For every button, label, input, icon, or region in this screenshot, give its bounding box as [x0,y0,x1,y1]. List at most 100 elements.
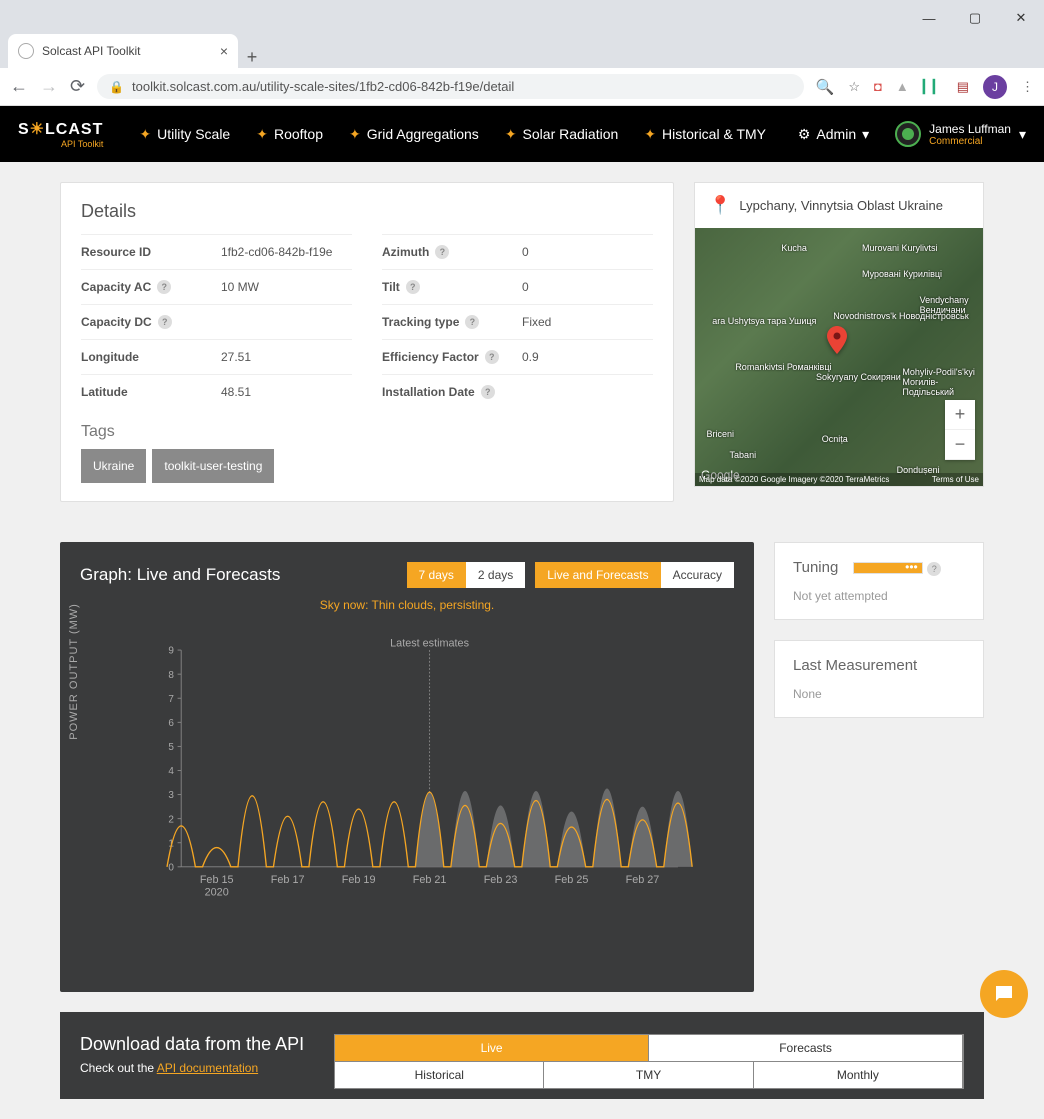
dl-tab-monthly[interactable]: Monthly [754,1062,963,1088]
tuning-status: Not yet attempted [793,589,965,603]
ext-pdf-icon[interactable]: ▤ [957,79,969,95]
close-tab-icon[interactable]: × [220,43,228,59]
map-place-label: Sokyryany Сокиряни [816,372,901,382]
user-menu[interactable]: James Luffman Commercial ▾ [895,121,1026,147]
help-icon[interactable]: ? [481,385,495,399]
zoom-in-button[interactable]: + [945,400,975,430]
map-place-label: Romankivtsi Романківці [735,362,831,372]
tags-heading: Tags [81,423,653,441]
range-2days-button[interactable]: 2 days [466,562,525,588]
url-text: toolkit.solcast.com.au/utility-scale-sit… [132,79,514,94]
dl-tab-live[interactable]: Live [335,1035,649,1061]
map-place-label: Tabani [730,450,757,460]
details-row: Resource ID1fb2-cd06-842b-f19e [81,234,352,269]
svg-text:5: 5 [168,742,174,753]
app-logo[interactable]: S☀LCAST API Toolkit [18,119,103,149]
details-card: Details Resource ID1fb2-cd06-842b-f19e Ca… [60,182,674,502]
tag[interactable]: Ukraine [81,449,146,483]
svg-text:4: 4 [168,766,174,777]
chart: POWER OUTPUT (MW) 0123456789Latest estim… [80,632,734,972]
details-row: Capacity DC ? [81,304,352,339]
map-location: Lypchany, Vinnytsia Oblast Ukraine [739,198,943,213]
svg-text:3: 3 [168,790,174,801]
maximize-button[interactable]: ▢ [952,4,998,32]
ext-pocket-icon[interactable]: ◘ [874,79,882,94]
svg-text:Feb 27: Feb 27 [626,874,660,886]
map-place-label: Briceni [707,429,735,439]
user-avatar-icon [895,121,921,147]
menu-icon[interactable]: ⋮ [1021,79,1034,95]
download-heading: Download data from the API [80,1034,304,1055]
address-bar[interactable]: 🔒 toolkit.solcast.com.au/utility-scale-s… [97,74,804,99]
browser-tab[interactable]: Solcast API Toolkit × [8,34,238,68]
profile-avatar[interactable]: J [983,75,1007,99]
ext-drive-icon[interactable]: ▲ [896,79,909,94]
help-icon[interactable]: ? [158,315,172,329]
back-button[interactable]: ← [10,76,28,97]
api-doc-link[interactable]: API documentation [157,1061,258,1075]
map-place-label: Ocnița [822,434,848,444]
map-card: 📍 Lypchany, Vinnytsia Oblast Ukraine Kuc… [694,182,984,487]
reload-button[interactable]: ⟳ [70,76,85,97]
details-row: Installation Date ? [382,374,653,409]
minimize-button[interactable]: — [906,4,952,32]
details-heading: Details [81,201,653,222]
lock-icon: 🔒 [109,80,124,94]
nav-item[interactable]: ✦Solar Radiation [505,126,618,143]
svg-text:Feb 19: Feb 19 [342,874,376,886]
search-icon[interactable]: 🔍 [816,78,835,96]
details-row: Latitude48.51 [81,374,352,409]
y-axis-label: POWER OUTPUT (MW) [68,603,80,740]
nav-icon: ✦ [505,126,517,143]
range-toggle: 7 days 2 days [407,562,526,588]
nav-item[interactable]: ✦Rooftop [256,126,323,143]
chat-fab[interactable] [980,970,1028,1018]
nav-item[interactable]: ✦Utility Scale [139,126,230,143]
tab-bar: Solcast API Toolkit × + [0,32,1044,68]
extensions: 🔍 ☆ ◘ ▲ ▎▎ ▤ J ⋮ [816,75,1034,99]
help-icon[interactable]: ? [927,562,941,576]
dl-tab-historical[interactable]: Historical [335,1062,544,1088]
nav-icon: ✦ [139,126,151,143]
map-place-label: ara Ushytsya тара Ушиця [712,316,816,326]
forward-button[interactable]: → [40,76,58,97]
chevron-down-icon: ▾ [1019,126,1026,143]
details-row: Azimuth ?0 [382,234,653,269]
svg-text:2020: 2020 [205,887,229,899]
dl-tab-tmy[interactable]: TMY [544,1062,753,1088]
svg-text:Feb 21: Feb 21 [413,874,447,886]
help-icon[interactable]: ? [465,315,479,329]
details-row: Longitude27.51 [81,339,352,374]
admin-menu[interactable]: ⚙ Admin ▾ [798,126,869,143]
details-row: Efficiency Factor ?0.9 [382,339,653,374]
nav-item[interactable]: ✦Historical & TMY [644,126,766,143]
mode-accuracy-button[interactable]: Accuracy [661,562,734,588]
help-icon[interactable]: ? [435,245,449,259]
ext-bar-icon[interactable]: ▎▎ [923,79,943,95]
download-panel: Download data from the API Check out the… [60,1012,984,1099]
nav-icon: ✦ [349,126,361,143]
terms-link[interactable]: Terms of Use [932,475,979,484]
zoom-out-button[interactable]: − [945,430,975,460]
range-7days-button[interactable]: 7 days [407,562,466,588]
map-canvas[interactable]: KuchaMurovani KurylivtsiМуровані Курилів… [695,228,983,486]
last-measurement-value: None [793,687,965,701]
pin-icon: 📍 [709,195,731,216]
help-icon[interactable]: ? [406,280,420,294]
tag[interactable]: toolkit-user-testing [152,449,274,483]
star-icon[interactable]: ☆ [848,79,860,95]
close-button[interactable]: ✕ [998,4,1044,32]
dl-tab-forecasts[interactable]: Forecasts [649,1035,963,1061]
new-tab-button[interactable]: + [238,47,266,68]
browser-toolbar: ← → ⟳ 🔒 toolkit.solcast.com.au/utility-s… [0,68,1044,106]
nav-item[interactable]: ✦Grid Aggregations [349,126,479,143]
nav-icon: ✦ [644,126,656,143]
map-place-label: Murovani Kurylivtsi [862,243,938,253]
svg-text:Latest estimates: Latest estimates [390,637,469,649]
svg-text:Feb 23: Feb 23 [484,874,518,886]
help-icon[interactable]: ? [485,350,499,364]
map-attrib: Map data ©2020 Google Imagery ©2020 Terr… [695,473,983,486]
svg-text:7: 7 [168,694,174,705]
mode-live-button[interactable]: Live and Forecasts [535,562,660,588]
help-icon[interactable]: ? [157,280,171,294]
